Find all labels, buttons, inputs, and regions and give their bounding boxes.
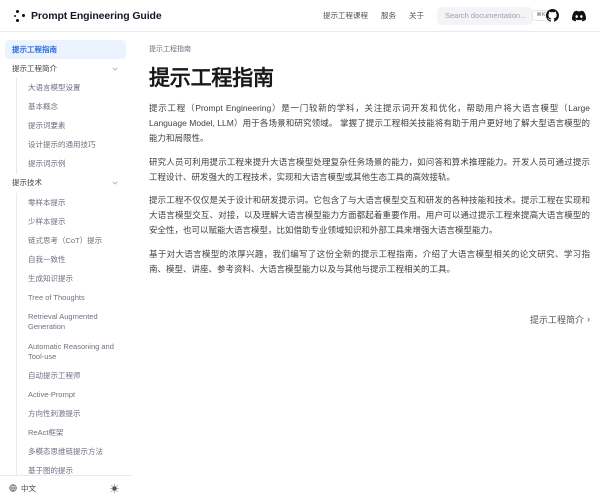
sidebar-item[interactable]: Active-Prompt bbox=[16, 385, 126, 404]
nav-link-about[interactable]: 关于 bbox=[409, 10, 424, 21]
next-page-label: 提示工程简介 bbox=[530, 313, 584, 326]
sidebar-item-label: Tree of Thoughts bbox=[28, 293, 85, 303]
language-selector[interactable]: 中文 bbox=[9, 483, 36, 494]
search-placeholder: Search documentation... bbox=[445, 11, 526, 20]
sidebar-item[interactable]: ReAct框架 bbox=[16, 424, 126, 443]
chevron-down-icon bbox=[111, 179, 119, 187]
sidebar-item-label: 基本概念 bbox=[28, 102, 58, 112]
nav-link-services[interactable]: 服务 bbox=[381, 10, 396, 21]
site-logo[interactable]: Prompt Engineering Guide bbox=[14, 9, 162, 23]
sidebar-item[interactable]: 提示技术 bbox=[5, 174, 126, 193]
sidebar-item-label: 大语言模型设置 bbox=[28, 83, 81, 93]
sidebar-nav: 提示工程指南提示工程简介大语言模型设置基本概念提示词要素设计提示的通用技巧提示词… bbox=[0, 32, 131, 475]
sidebar-item-label: 多模态思维链提示方法 bbox=[28, 447, 103, 457]
sidebar-item[interactable]: Automatic Reasoning and Tool-use bbox=[16, 337, 126, 366]
sidebar-item[interactable]: 少样本提示 bbox=[16, 212, 126, 231]
sidebar-item[interactable]: 提示词要素 bbox=[16, 117, 126, 136]
chevron-down-icon bbox=[111, 65, 119, 73]
language-label: 中文 bbox=[21, 483, 36, 494]
next-page-link[interactable]: 提示工程简介 › bbox=[149, 313, 590, 326]
sidebar-item-label: 设计提示的通用技巧 bbox=[28, 140, 96, 150]
sidebar-item[interactable]: 提示工程简介 bbox=[5, 59, 126, 78]
sidebar-item[interactable]: 自动提示工程师 bbox=[16, 366, 126, 385]
search-input[interactable]: Search documentation... ⌘K bbox=[437, 7, 533, 25]
header-nav: 提示工程课程 服务 关于 Search documentation... ⌘K bbox=[323, 7, 586, 25]
sidebar: 提示工程指南提示工程简介大语言模型设置基本概念提示词要素设计提示的通用技巧提示词… bbox=[0, 32, 131, 500]
page-title: 提示工程指南 bbox=[149, 62, 590, 92]
nav-link-course[interactable]: 提示工程课程 bbox=[323, 10, 368, 21]
sidebar-item-label: 自动提示工程师 bbox=[28, 371, 81, 381]
sidebar-item-label: 提示工程简介 bbox=[12, 64, 57, 74]
sidebar-item-label: 零样本提示 bbox=[28, 198, 66, 208]
article-body: 提示工程（Prompt Engineering）是一门较新的学科，关注提示词开发… bbox=[149, 101, 590, 277]
sidebar-item-label: Active-Prompt bbox=[28, 390, 75, 400]
sidebar-item[interactable]: 大语言模型设置 bbox=[16, 78, 126, 97]
sidebar-item-label: 自我一致性 bbox=[28, 255, 66, 265]
sidebar-item[interactable]: 基本概念 bbox=[16, 97, 126, 116]
sidebar-item[interactable]: 自我一致性 bbox=[16, 250, 126, 269]
discord-icon[interactable] bbox=[572, 9, 586, 23]
sidebar-footer: 中文 bbox=[0, 475, 131, 500]
sidebar-item-label: 方向性刺激提示 bbox=[28, 409, 81, 419]
github-icon[interactable] bbox=[546, 9, 559, 22]
sidebar-item-label: Automatic Reasoning and Tool-use bbox=[28, 342, 119, 362]
body-paragraph: 提示工程不仅仅是关于设计和研发提示词。它包含了与大语言模型交互和研发的各种技能和… bbox=[149, 193, 590, 238]
main-content: 提示工程指南 提示工程指南 提示工程（Prompt Engineering）是一… bbox=[131, 32, 600, 500]
logo-dots-icon bbox=[14, 9, 25, 23]
sidebar-item-label: 生成知识提示 bbox=[28, 274, 73, 284]
sidebar-item[interactable]: Tree of Thoughts bbox=[16, 289, 126, 308]
sidebar-item[interactable]: 方向性刺激提示 bbox=[16, 405, 126, 424]
sidebar-item[interactable]: 提示工程指南 bbox=[5, 40, 126, 59]
sidebar-item-label: 少样本提示 bbox=[28, 217, 66, 227]
body-paragraph: 基于对大语言模型的浓厚兴趣，我们编写了这份全新的提示工程指南，介绍了大语言模型相… bbox=[149, 247, 590, 277]
theme-toggle-icon[interactable] bbox=[110, 484, 119, 493]
sidebar-item[interactable]: 链式思考（CoT）提示 bbox=[16, 231, 126, 250]
sidebar-item[interactable]: 生成知识提示 bbox=[16, 270, 126, 289]
sidebar-item-label: 提示工程指南 bbox=[12, 45, 57, 55]
sidebar-item-label: 提示词要素 bbox=[28, 121, 66, 131]
sidebar-item-label: Retrieval Augmented Generation bbox=[28, 312, 119, 332]
top-navbar: Prompt Engineering Guide 提示工程课程 服务 关于 Se… bbox=[0, 0, 600, 32]
sidebar-item[interactable]: 提示词示例 bbox=[16, 155, 126, 174]
sidebar-item[interactable]: 多模态思维链提示方法 bbox=[16, 443, 126, 462]
sidebar-item[interactable]: 设计提示的通用技巧 bbox=[16, 136, 126, 155]
sidebar-item-label: ReAct框架 bbox=[28, 428, 63, 438]
body-paragraph: 研究人员可利用提示工程来提升大语言模型处理复杂任务场景的能力，如问答和算术推理能… bbox=[149, 155, 590, 185]
sidebar-item[interactable]: 基于图的提示 bbox=[16, 462, 126, 475]
breadcrumb: 提示工程指南 bbox=[149, 44, 590, 54]
sidebar-item-label: 链式思考（CoT）提示 bbox=[28, 236, 102, 246]
sidebar-item-label: 提示词示例 bbox=[28, 159, 66, 169]
chevron-right-icon: › bbox=[587, 314, 590, 324]
sidebar-item-label: 提示技术 bbox=[12, 178, 42, 188]
sidebar-item[interactable]: Retrieval Augmented Generation bbox=[16, 308, 126, 337]
body-paragraph: 提示工程（Prompt Engineering）是一门较新的学科，关注提示词开发… bbox=[149, 101, 590, 146]
sidebar-item[interactable]: 零样本提示 bbox=[16, 193, 126, 212]
site-title: Prompt Engineering Guide bbox=[31, 10, 162, 22]
globe-icon bbox=[9, 484, 17, 492]
sidebar-item-label: 基于图的提示 bbox=[28, 466, 73, 475]
